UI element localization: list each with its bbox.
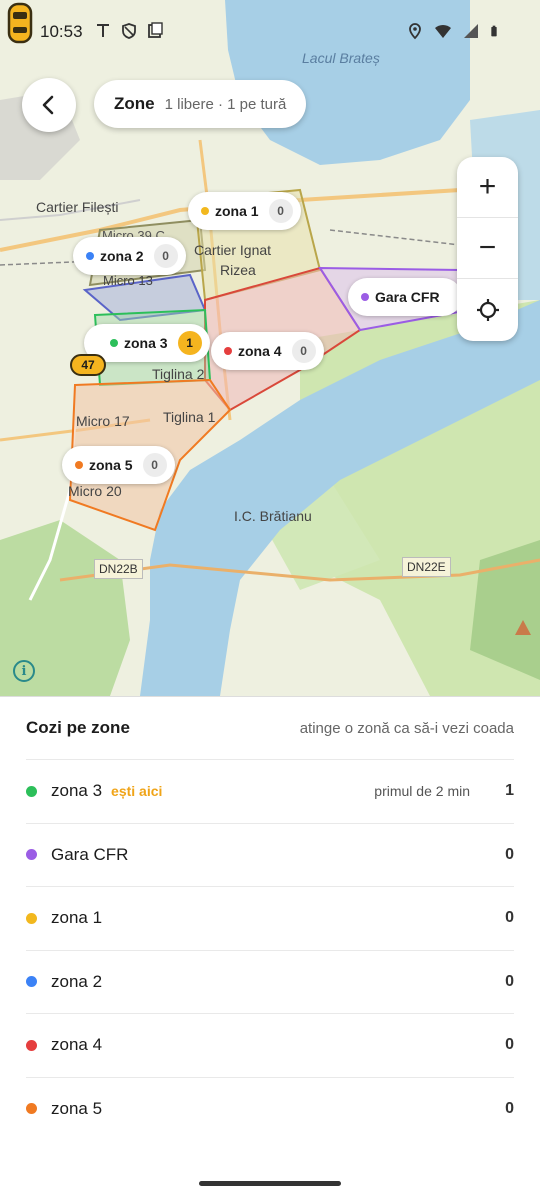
minus-icon: − — [478, 231, 497, 264]
map-label-ic-bratianu: I.C. Brătianu — [234, 508, 312, 524]
signal-icon — [464, 24, 478, 38]
zone-color-dot — [26, 1103, 37, 1115]
zone-chip-zona-1[interactable]: zona 1 0 — [188, 192, 301, 230]
zone-color-dot — [26, 849, 37, 861]
map-label-micro-20: Micro 20 — [68, 483, 122, 499]
status-left-icons — [94, 22, 164, 40]
zone-chip-label: zona 1 — [215, 203, 259, 219]
status-right-icons — [406, 22, 502, 40]
crosshair-icon — [476, 298, 499, 321]
zone-chip-count: 1 — [177, 331, 202, 355]
zoom-out-button[interactable]: − — [457, 218, 518, 279]
zone-chip-label: zona 4 — [238, 343, 282, 359]
zone-queue-sheet: Cozi pe zone atinge o zonă ca să-i vezi … — [0, 696, 540, 1200]
map-label-rizea: Rizea — [220, 262, 256, 278]
zone-color-dot — [75, 461, 83, 469]
zone-color-dot — [110, 339, 118, 347]
map-info-icon[interactable]: i — [13, 660, 35, 682]
queue-count: 0 — [505, 845, 514, 863]
locate-me-button[interactable] — [457, 279, 518, 340]
map-label-cartier-filesti: Cartier Filești — [36, 199, 119, 215]
zone-name: zona 1 — [51, 908, 103, 928]
zones-summary: 1 libere · 1 pe tură — [164, 95, 287, 113]
sheet-header: Cozi pe zone atinge o zonă ca să-i vezi … — [0, 697, 540, 759]
zones-summary-pill: Zone 1 libere · 1 pe tură — [94, 80, 307, 128]
zone-chip-zona-4[interactable]: zona 4 0 — [211, 332, 324, 370]
queue-count: 0 — [505, 1036, 514, 1054]
zone-color-dot — [361, 293, 369, 301]
battery-icon — [491, 25, 497, 37]
zone-row-zona-5[interactable]: zona 5 0 — [26, 1076, 514, 1141]
zone-chip-label: zona 5 — [89, 457, 133, 473]
zone-color-dot — [26, 912, 37, 924]
zone-chip-label: zona 2 — [100, 248, 144, 264]
back-button[interactable] — [22, 78, 76, 132]
status-time: 10:53 — [40, 22, 83, 41]
screenshot-icon — [148, 22, 163, 38]
queue-wait-info: primul de 2 min — [374, 783, 470, 800]
zone-color-dot — [201, 207, 209, 215]
zone-name: zona 2 — [51, 971, 103, 991]
map-label-tiglina2: Tiglina 2 — [152, 366, 205, 382]
zone-chip-label: Gara CFR — [375, 289, 440, 305]
zoom-in-button[interactable]: + — [457, 157, 518, 218]
zone-row-zona-3[interactable]: zona 3 ești aici primul de 2 min 1 — [26, 759, 514, 823]
status-bar: 10:53 — [0, 0, 540, 64]
car-number-badge: 47 — [70, 354, 106, 376]
zone-row-zona-1[interactable]: zona 1 0 — [26, 886, 514, 950]
zone-name: zona 3 — [51, 781, 103, 801]
zone-chip-count: 0 — [142, 453, 167, 477]
road-badge-dn22e: DN22E — [402, 557, 451, 577]
zone-name: Gara CFR — [51, 844, 129, 864]
plus-icon: + — [478, 170, 497, 203]
zone-row-zona-2[interactable]: zona 2 0 — [26, 949, 514, 1014]
queue-count: 0 — [505, 1099, 514, 1117]
zone-chip-zona-2[interactable]: zona 2 0 — [73, 237, 186, 275]
zone-chip-count: 0 — [291, 339, 316, 363]
app-root: Lacul Brateș Cartier Filești Micro 39 C … — [0, 0, 540, 1200]
antenna-icon — [97, 24, 109, 37]
zone-color-dot — [86, 252, 94, 260]
zone-name: zona 5 — [51, 1098, 103, 1118]
map-controls: + − — [457, 157, 518, 341]
queue-count: 0 — [505, 909, 514, 927]
home-indicator[interactable] — [199, 1181, 341, 1186]
map-label-tiglina1: Tiglina 1 — [163, 409, 216, 425]
shield-icon — [122, 23, 136, 39]
map-label-micro-17: Micro 17 — [76, 413, 130, 429]
zone-row-zona-4[interactable]: zona 4 0 — [26, 1013, 514, 1077]
page-title: Zone — [114, 94, 155, 113]
road-badge-dn22b: DN22B — [94, 559, 143, 579]
queue-count: 1 — [505, 782, 514, 800]
queue-count: 0 — [505, 972, 514, 990]
chevron-left-icon — [42, 95, 54, 115]
zone-color-dot — [26, 785, 37, 797]
location-icon — [409, 23, 421, 40]
zone-row-gara-cfr[interactable]: Gara CFR 0 — [26, 822, 514, 887]
wifi-icon — [435, 24, 451, 38]
current-zone-tag: ești aici — [111, 783, 163, 800]
zone-list: zona 3 ești aici primul de 2 min 1 Gara … — [26, 759, 514, 1140]
zone-chip-count: 0 — [268, 199, 293, 223]
zone-name: zona 4 — [51, 1035, 103, 1055]
map-label-micro-13: Micro 13 — [103, 273, 153, 288]
zone-chip-gara-cfr[interactable]: Gara CFR — [348, 278, 462, 316]
zone-chip-zona-5[interactable]: zona 5 0 — [62, 446, 175, 484]
zone-color-dot — [224, 347, 232, 355]
sheet-hint: atinge o zonă ca să-i vezi coada — [299, 719, 514, 737]
zone-color-dot — [26, 976, 37, 988]
zone-chip-count: 0 — [153, 244, 178, 268]
map-label-cartier-ignat: Cartier Ignat — [194, 242, 272, 258]
sheet-title: Cozi pe zone — [26, 718, 130, 737]
zone-chip-label: zona 3 — [124, 335, 168, 351]
zone-color-dot — [26, 1039, 37, 1051]
